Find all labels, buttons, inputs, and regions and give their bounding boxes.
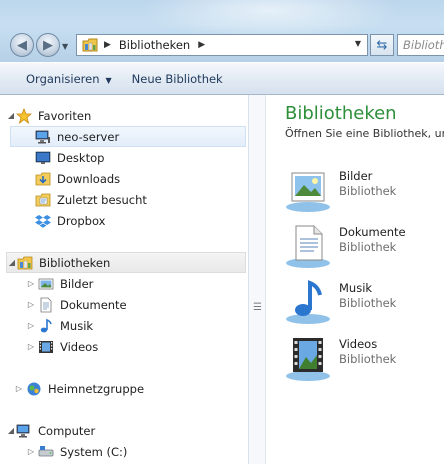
- grip-icon[interactable]: ☰: [253, 302, 262, 313]
- library-type: Bibliothek: [339, 352, 397, 366]
- tree-libraries-label: Bibliotheken: [39, 255, 111, 270]
- library-type: Bibliothek: [339, 184, 397, 198]
- organize-menu-button[interactable]: Organisieren ▼: [16, 68, 122, 90]
- tree-item-dropbox[interactable]: Dropbox: [10, 210, 271, 231]
- tree-item-documents[interactable]: ▷ Dokumente: [26, 294, 244, 315]
- organize-label: Organisieren: [26, 71, 100, 86]
- address-history-dropdown-icon[interactable]: ▼: [355, 39, 361, 48]
- tree-item-videos[interactable]: ▷ Videos: [26, 336, 244, 357]
- dropbox-icon: [35, 214, 51, 228]
- star-icon: [16, 107, 32, 124]
- arrow-left-icon: ◀: [17, 37, 27, 53]
- expand-icon[interactable]: ▷: [26, 342, 36, 351]
- navigation-pane: ◢ Favoriten neo-server Desktop Downloads: [0, 95, 249, 464]
- videos-icon: [39, 340, 53, 353]
- chevron-down-icon: ▼: [105, 75, 112, 85]
- tree-item-downloads[interactable]: Downloads: [10, 168, 271, 189]
- forward-button[interactable]: ▶: [36, 33, 60, 57]
- pane-splitter[interactable]: ☰: [249, 95, 266, 464]
- refresh-arrows-icon: ⇆: [376, 37, 388, 53]
- tree-favorites[interactable]: ◢ Favoriten: [6, 105, 244, 126]
- expand-icon[interactable]: ▷: [14, 384, 24, 393]
- downloads-folder-icon: [35, 172, 51, 185]
- tree-item-label: Musik: [60, 318, 94, 333]
- refresh-button[interactable]: ⇆: [370, 34, 394, 56]
- new-library-label: Neue Bibliothek: [131, 71, 223, 86]
- library-name: Videos: [339, 337, 378, 351]
- tree-item-label: Downloads: [57, 171, 121, 186]
- tree-homegroup-label: Heimnetzgruppe: [48, 381, 145, 396]
- tree-item-label: Videos: [60, 339, 99, 354]
- search-input[interactable]: Bibliothe: [397, 34, 444, 56]
- expand-icon[interactable]: ▷: [26, 279, 36, 288]
- tree-item-label: Desktop: [57, 150, 105, 165]
- tree-item-label: System (C:): [60, 444, 128, 459]
- tree-item-label: neo-server: [57, 129, 120, 144]
- content-pane: Bibliotheken Öffnen Sie eine Bibliothek,…: [266, 95, 444, 464]
- expand-icon[interactable]: ▷: [26, 321, 36, 330]
- breadcrumb-separator-icon[interactable]: ▶: [104, 40, 111, 50]
- library-documents[interactable]: Dokumente Bibliothek: [284, 223, 444, 273]
- music-library-icon: [286, 280, 330, 324]
- library-music[interactable]: Musik Bibliothek: [284, 279, 444, 329]
- homegroup-icon: [27, 382, 41, 395]
- library-name: Musik: [339, 281, 373, 295]
- tree-item-system-drive[interactable]: ▷ System (C:): [26, 441, 244, 462]
- arrow-right-icon: ▶: [43, 37, 53, 53]
- new-library-button[interactable]: Neue Bibliothek: [122, 68, 233, 90]
- tree-libraries[interactable]: ◢ Bibliotheken: [6, 252, 246, 273]
- recent-pages-dropdown-icon[interactable]: ▼: [62, 42, 68, 51]
- collapse-icon[interactable]: ◢: [7, 258, 17, 267]
- address-bar[interactable]: ▶ Bibliotheken ▶ ▼: [76, 34, 368, 56]
- libraries-folder-icon: [82, 38, 98, 52]
- libraries-folder-icon: [17, 256, 33, 269]
- tree-item-music[interactable]: ▷ Musik: [26, 315, 244, 336]
- computer-icon: [16, 424, 30, 437]
- expand-icon[interactable]: ▷: [26, 300, 36, 309]
- back-button[interactable]: ◀: [10, 33, 34, 57]
- tree-item-recent-places[interactable]: Zuletzt besucht: [10, 189, 271, 210]
- tree-homegroup[interactable]: ▷ Heimnetzgruppe: [14, 378, 244, 399]
- desktop-icon: [35, 151, 51, 164]
- command-bar: Organisieren ▼ Neue Bibliothek: [0, 62, 444, 95]
- network-computer-icon: [35, 130, 50, 143]
- tree-item-label: Bilder: [60, 276, 94, 291]
- breadcrumb-separator-icon[interactable]: ▶: [198, 40, 205, 50]
- tree-item-pictures[interactable]: ▷ Bilder: [26, 273, 244, 294]
- library-name: Bilder: [339, 169, 373, 183]
- expand-icon[interactable]: ▷: [26, 447, 36, 456]
- videos-library-icon: [286, 338, 330, 381]
- library-name: Dokumente: [339, 225, 406, 239]
- documents-icon: [40, 297, 52, 312]
- pictures-library-icon: [286, 172, 330, 212]
- tree-item-neo-server[interactable]: neo-server: [10, 126, 246, 147]
- pictures-icon: [38, 278, 54, 289]
- library-type: Bibliothek: [339, 296, 397, 310]
- collapse-icon[interactable]: ◢: [6, 426, 16, 435]
- page-subtitle: Öffnen Sie eine Bibliothek, um: [285, 127, 444, 140]
- page-title: Bibliotheken: [285, 103, 397, 124]
- library-videos[interactable]: Videos Bibliothek: [284, 335, 444, 385]
- library-pictures[interactable]: Bilder Bibliothek: [284, 167, 444, 217]
- drive-icon: [38, 445, 54, 456]
- tree-computer-label: Computer: [38, 423, 96, 438]
- collapse-icon[interactable]: ◢: [6, 111, 16, 120]
- documents-library-icon: [286, 225, 330, 268]
- tree-computer[interactable]: ◢ Computer: [6, 420, 244, 441]
- breadcrumb-libraries[interactable]: Bibliotheken: [119, 38, 190, 52]
- tree-item-label: Zuletzt besucht: [57, 192, 147, 207]
- library-type: Bibliothek: [339, 240, 397, 254]
- tree-item-label: Dropbox: [57, 213, 106, 228]
- recent-places-icon: [35, 193, 51, 206]
- tree-item-desktop[interactable]: Desktop: [10, 147, 271, 168]
- music-icon: [40, 318, 52, 332]
- tree-item-label: Dokumente: [60, 297, 127, 312]
- tree-favorites-label: Favoriten: [38, 108, 92, 123]
